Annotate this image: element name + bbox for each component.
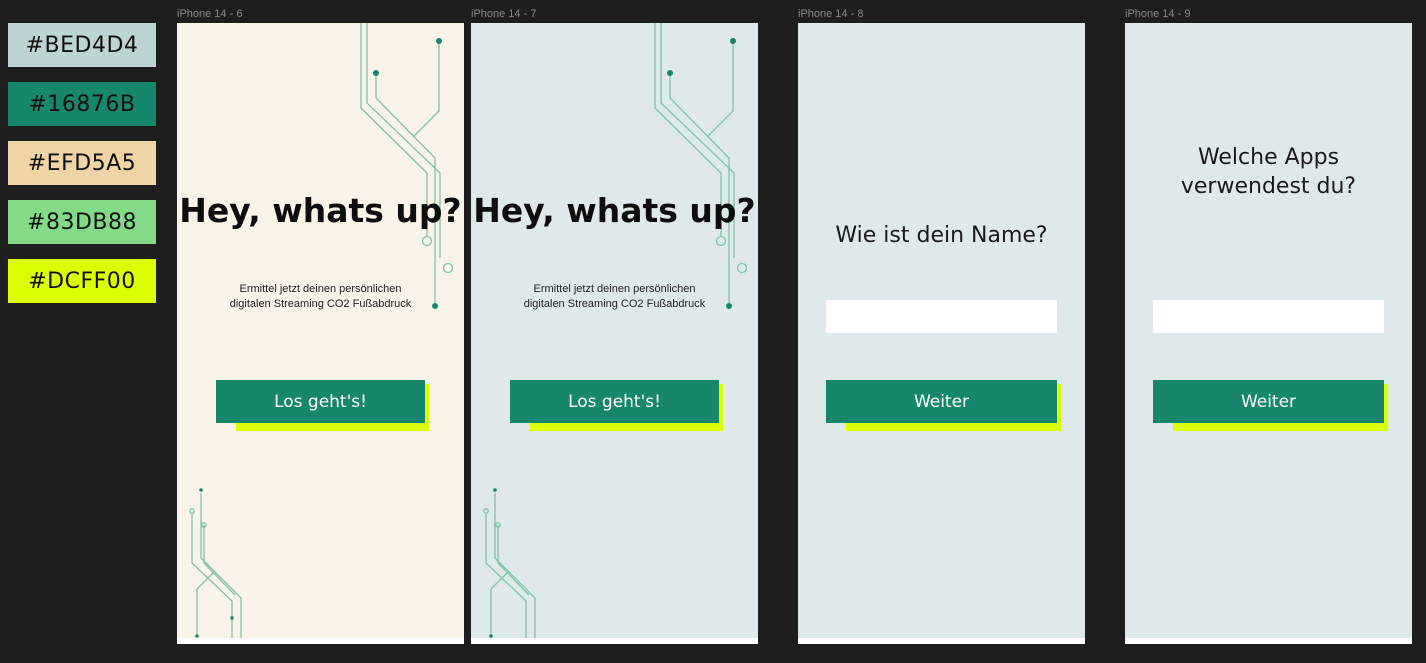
apps-question-line-2: verwendest du? [1180, 174, 1357, 199]
subtext-line-2: digitalen Streaming CO2 Fußabdruck [229, 298, 412, 310]
circuit-decoration-icon [189, 23, 454, 644]
home-indicator-strip [471, 638, 758, 644]
swatch-dcff00[interactable]: #DCFF00 [8, 259, 156, 303]
home-indicator-strip [1125, 638, 1412, 644]
frame-iphone-14-8[interactable]: Wie ist dein Name? Weiter [798, 23, 1085, 644]
swatch-16876b[interactable]: #16876B [8, 82, 156, 126]
subtext-line-1: Ermittel jetzt deinen persönlichen [239, 283, 402, 295]
frame-label-iphone-14-7[interactable]: iPhone 14 - 7 [471, 8, 536, 20]
next-button[interactable]: Weiter [826, 380, 1057, 423]
intro-subtext: Ermittel jetzt deinen persönlichen digit… [471, 282, 758, 312]
start-button[interactable]: Los geht's! [510, 380, 719, 423]
next-button-group: Weiter [1153, 380, 1388, 431]
home-indicator-strip [177, 638, 464, 644]
name-input[interactable] [826, 300, 1057, 333]
circuit-decoration-icon [483, 23, 748, 644]
headline: Hey, whats up? [473, 191, 756, 230]
next-button-group: Weiter [826, 380, 1061, 431]
frame-iphone-14-7[interactable]: Hey, whats up? Ermittel jetzt deinen per… [471, 23, 758, 644]
subtext-line-1: Ermittel jetzt deinen persönlichen [533, 283, 696, 295]
apps-input[interactable] [1153, 300, 1384, 333]
start-button[interactable]: Los geht's! [216, 380, 425, 423]
swatch-bed4d4[interactable]: #BED4D4 [8, 23, 156, 67]
start-button-group: Los geht's! [216, 380, 429, 431]
start-button-group: Los geht's! [510, 380, 723, 431]
next-button[interactable]: Weiter [1153, 380, 1384, 423]
apps-question: Welche Apps verwendest du? [1125, 143, 1412, 201]
headline: Hey, whats up? [179, 191, 462, 230]
frame-iphone-14-9[interactable]: Welche Apps verwendest du? Weiter [1125, 23, 1412, 644]
swatch-83db88[interactable]: #83DB88 [8, 200, 156, 244]
name-question: Wie ist dein Name? [835, 223, 1048, 248]
swatch-efd5a5[interactable]: #EFD5A5 [8, 141, 156, 185]
subtext-line-2: digitalen Streaming CO2 Fußabdruck [523, 298, 706, 310]
home-indicator-strip [798, 638, 1085, 644]
frame-label-iphone-14-6[interactable]: iPhone 14 - 6 [177, 8, 242, 20]
frame-label-iphone-14-9[interactable]: iPhone 14 - 9 [1125, 8, 1190, 20]
frame-label-iphone-14-8[interactable]: iPhone 14 - 8 [798, 8, 863, 20]
frame-iphone-14-6[interactable]: Hey, whats up? Ermittel jetzt deinen per… [177, 23, 464, 644]
intro-subtext: Ermittel jetzt deinen persönlichen digit… [177, 282, 464, 312]
apps-question-line-1: Welche Apps [1197, 145, 1340, 170]
